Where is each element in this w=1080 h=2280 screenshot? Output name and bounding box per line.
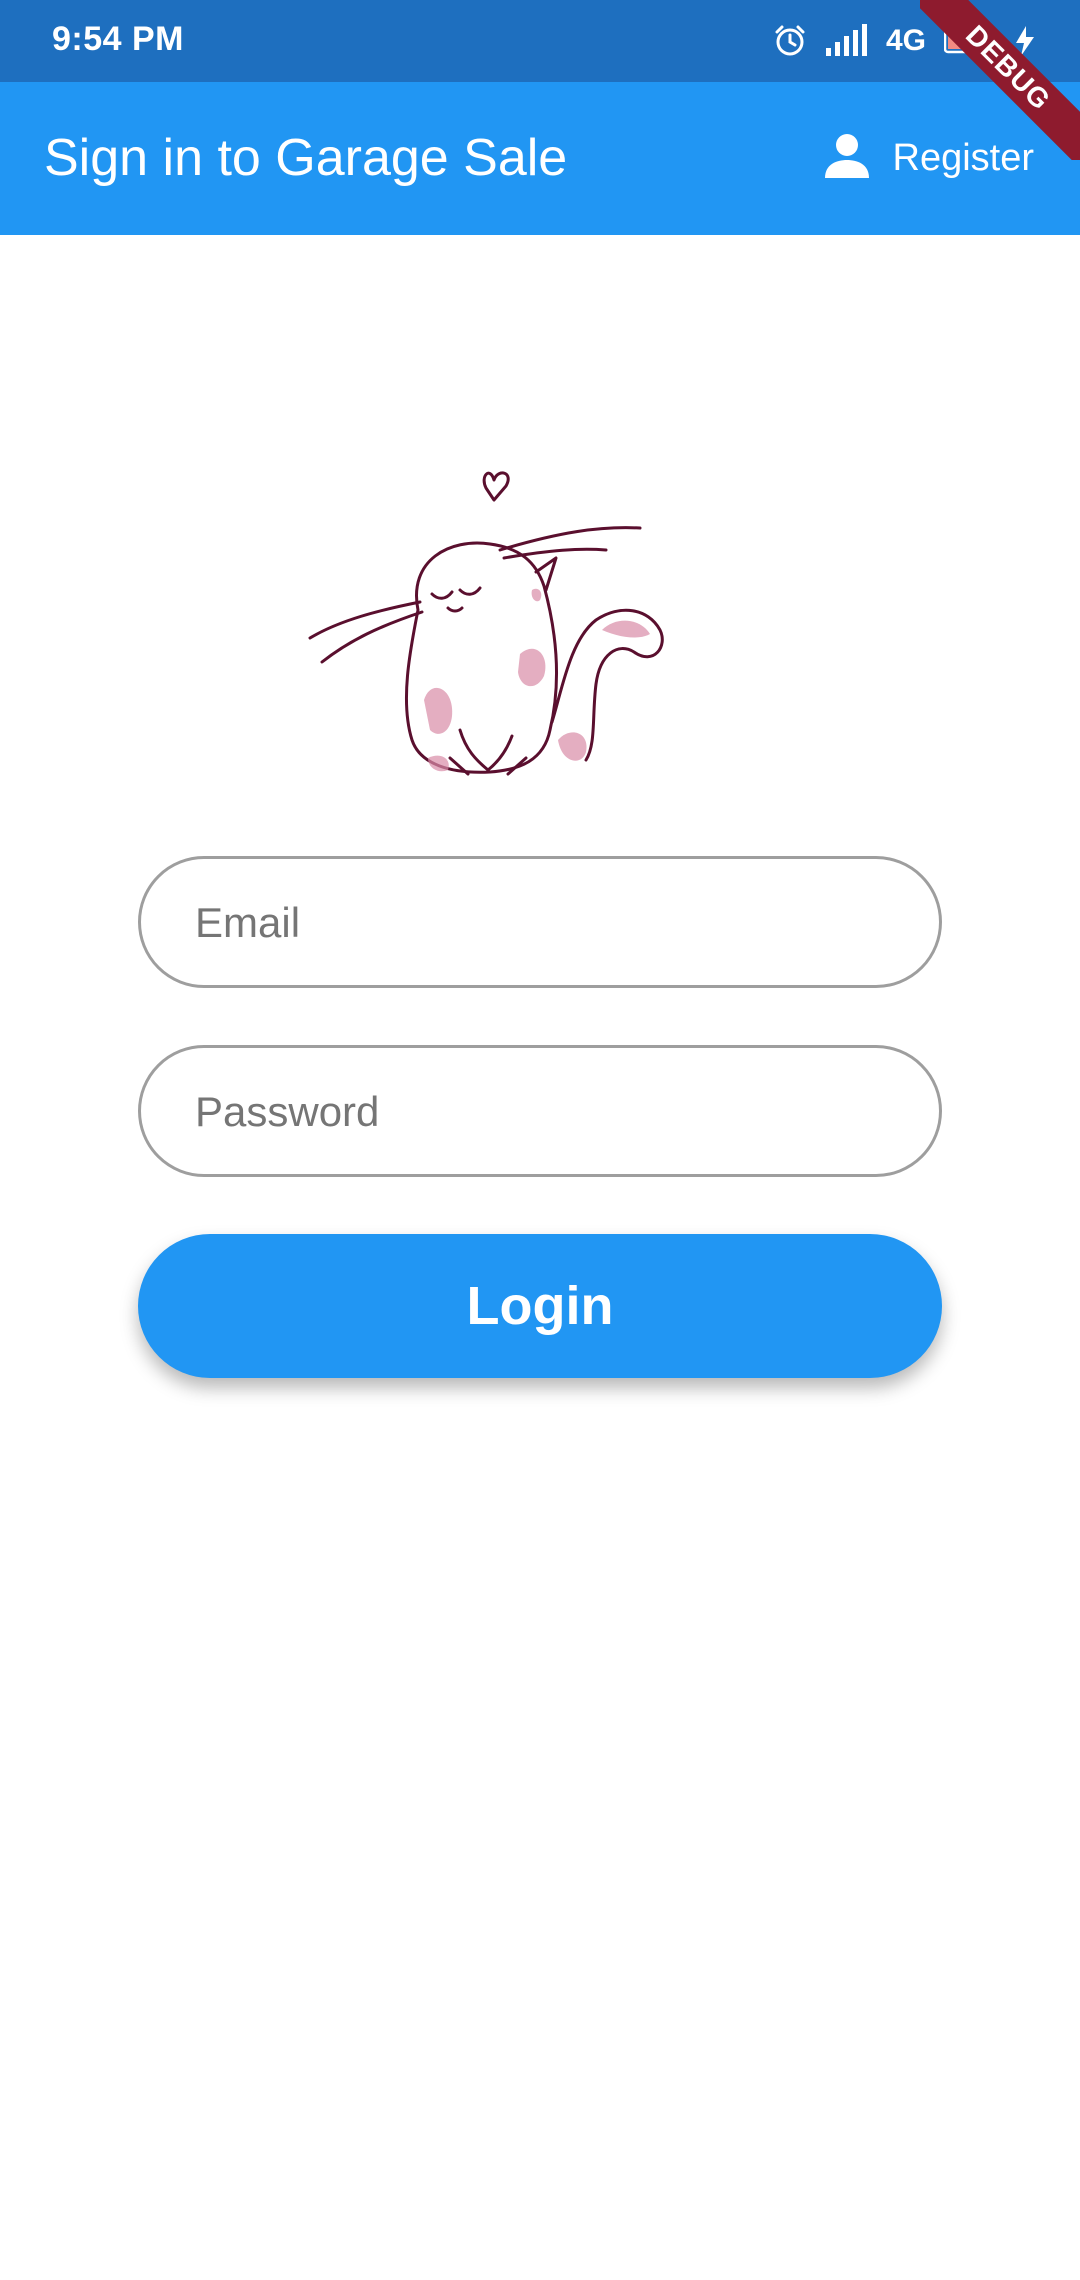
cat-illustration <box>300 440 720 820</box>
status-icons: 4G <box>772 18 1040 64</box>
password-input[interactable] <box>193 1048 897 1176</box>
status-bar: 9:54 PM 4G <box>0 0 1080 82</box>
register-label: Register <box>892 136 1035 179</box>
status-time: 9:54 PM <box>52 20 184 58</box>
password-field[interactable] <box>138 1045 942 1177</box>
email-field[interactable] <box>138 856 942 988</box>
person-icon <box>821 130 873 187</box>
signal-icon <box>825 24 868 58</box>
charging-icon <box>1010 24 1040 58</box>
page-title: Sign in to Garage Sale <box>44 129 568 187</box>
alarm-icon <box>772 23 808 59</box>
network-label: 4G <box>885 24 926 57</box>
email-input[interactable] <box>193 859 897 987</box>
battery-icon <box>944 28 992 54</box>
login-button[interactable]: Login <box>138 1234 942 1378</box>
register-button[interactable]: Register <box>821 126 1035 190</box>
app-bar: Sign in to Garage Sale Register <box>0 82 1080 235</box>
